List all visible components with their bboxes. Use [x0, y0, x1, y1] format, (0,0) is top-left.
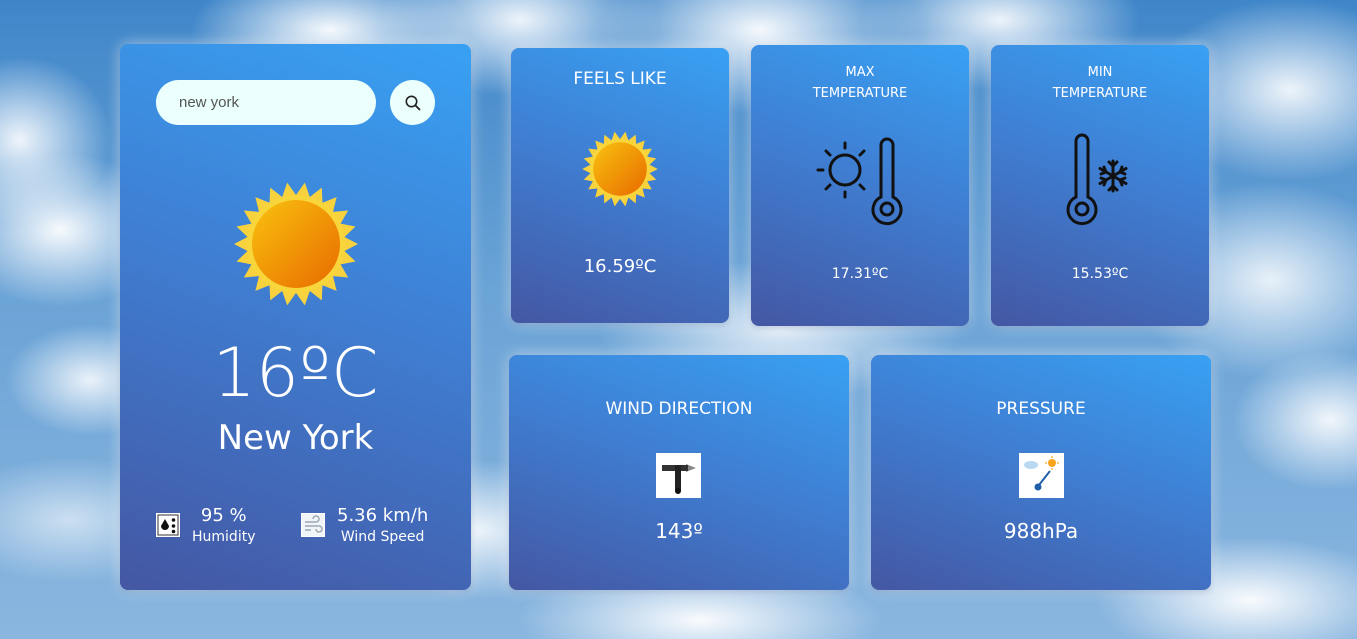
humidity-icon	[156, 513, 180, 537]
min-temperature-title-line1: MIN	[1087, 65, 1113, 80]
pressure-title: PRESSURE	[996, 399, 1086, 419]
min-temperature-card: MIN TEMPERATURE 15.53ºC	[991, 45, 1209, 326]
humidity-value: 95 %	[200, 505, 247, 526]
max-temperature-card: MAX TEMPERATURE 17.31ºC	[751, 45, 969, 326]
current-weather-card: 16ºC New York 95 % Humidity	[120, 44, 471, 590]
city-name: New York	[217, 418, 374, 458]
feels-like-value: 16.59ºC	[583, 256, 657, 277]
wind-speed-stat: 5.36 km/h Wind Speed	[301, 504, 428, 546]
sun-icon	[582, 131, 658, 207]
pressure-value: 988hPa	[1003, 519, 1079, 543]
current-temperature: 16ºC	[212, 334, 379, 413]
thermometer-sun-icon	[816, 137, 903, 226]
humidity-label: Humidity	[192, 529, 256, 545]
wind-vane-icon	[656, 453, 701, 498]
max-temperature-value: 17.31ºC	[831, 266, 889, 282]
wind-direction-card: WIND DIRECTION 143º	[509, 355, 849, 590]
search-input[interactable]	[156, 80, 376, 125]
pressure-card: PRESSURE 988hPa	[871, 355, 1211, 590]
wind-direction-value: 143º	[655, 519, 703, 543]
wind-icon	[301, 513, 325, 537]
min-temperature-title-line2: TEMPERATURE	[1052, 86, 1148, 101]
wind-speed-value: 5.36 km/h	[337, 505, 429, 526]
feels-like-title: FEELS LIKE	[573, 69, 667, 89]
humidity-stat: 95 % Humidity	[156, 504, 255, 546]
max-temperature-title-line1: MAX	[845, 65, 875, 80]
wind-direction-title: WIND DIRECTION	[605, 399, 753, 419]
feels-like-card: FEELS LIKE 16.59ºC	[511, 48, 729, 323]
barometer-icon	[1019, 453, 1064, 498]
min-temperature-value: 15.53ºC	[1071, 266, 1129, 282]
thermometer-snowflake-icon	[1066, 133, 1128, 226]
sun-icon	[234, 182, 358, 306]
search-button[interactable]	[390, 80, 435, 125]
search-icon	[405, 95, 420, 110]
max-temperature-title-line2: TEMPERATURE	[812, 86, 908, 101]
wind-speed-label: Wind Speed	[340, 529, 425, 545]
